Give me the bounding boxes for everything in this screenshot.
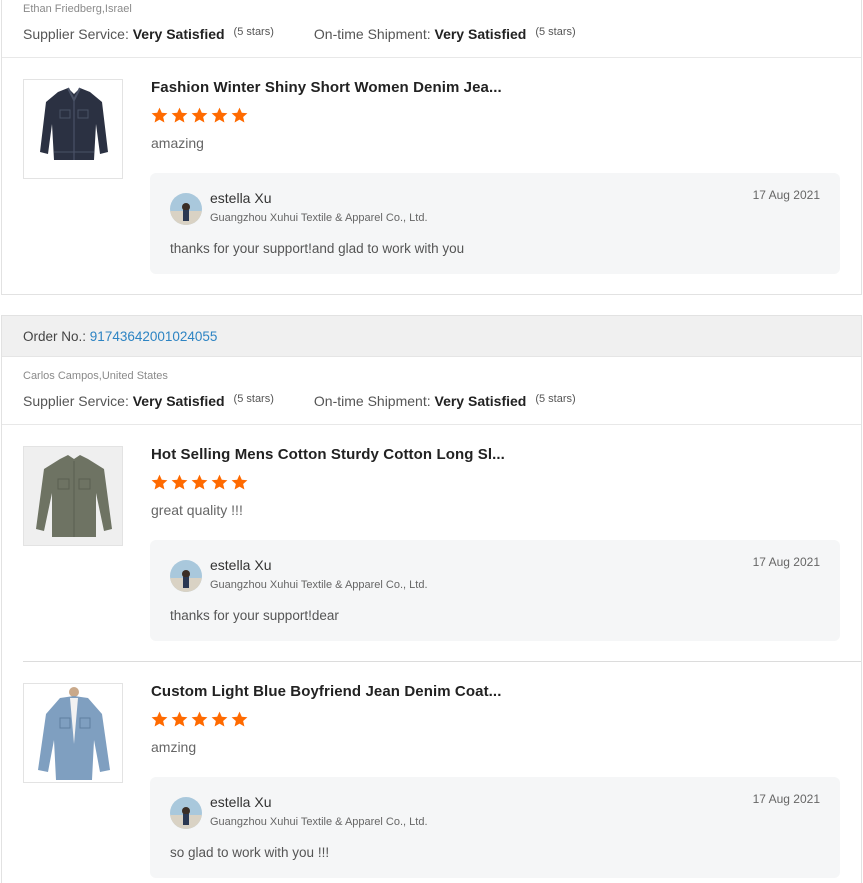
supplier-service-label: Supplier Service: <box>23 393 129 409</box>
review-text: great quality !!! <box>151 502 243 518</box>
reply-author-name: estella Xu <box>210 794 272 810</box>
reply-date: 17 Aug 2021 <box>752 188 820 202</box>
shipment-value: Very Satisfied <box>434 26 527 42</box>
avatar <box>170 560 202 592</box>
supplier-reply: estella Xu Guangzhou Xuhui Textile & App… <box>150 173 840 274</box>
reply-date: 17 Aug 2021 <box>752 792 820 806</box>
star-icon <box>231 474 248 490</box>
reply-text: thanks for your support!and glad to work… <box>170 241 465 256</box>
green-shirt-image[interactable] <box>23 446 123 546</box>
reply-company: Guangzhou Xuhui Textile & Apparel Co., L… <box>210 816 428 828</box>
star-icon <box>211 107 228 123</box>
product-rating-stars <box>150 473 249 492</box>
supplier-service-stars: (5 stars) <box>233 393 274 405</box>
buyer-info: Carlos Campos,United States <box>23 370 168 382</box>
store-ratings: Supplier Service: Very Satisfied (5 stars… <box>23 393 576 409</box>
order-number-link[interactable]: 91743642001024055 <box>90 329 218 344</box>
star-icon <box>151 474 168 490</box>
section-divider <box>2 57 861 58</box>
product-title[interactable]: Fashion Winter Shiny Short Women Denim J… <box>151 79 502 96</box>
shipment-stars: (5 stars) <box>535 26 576 38</box>
supplier-reply: estella Xu Guangzhou Xuhui Textile & App… <box>150 777 840 878</box>
shipment-label: On-time Shipment: <box>313 393 431 409</box>
product-divider <box>23 661 861 662</box>
reply-company: Guangzhou Xuhui Textile & Apparel Co., L… <box>210 579 428 591</box>
star-icon <box>191 107 208 123</box>
shipment-value: Very Satisfied <box>434 393 527 409</box>
review-card: Ethan Friedberg,Israel Supplier Service:… <box>1 0 862 295</box>
supplier-service-stars: (5 stars) <box>233 26 274 38</box>
reply-text: so glad to work with you !!! <box>170 845 330 860</box>
reply-author-name: estella Xu <box>210 557 272 573</box>
product-review: Fashion Winter Shiny Short Women Denim J… <box>23 79 840 279</box>
supplier-service-label: Supplier Service: <box>23 26 129 42</box>
star-icon <box>171 107 188 123</box>
reply-date: 17 Aug 2021 <box>752 555 820 569</box>
order-label: Order No.: <box>23 328 87 344</box>
reply-company: Guangzhou Xuhui Textile & Apparel Co., L… <box>210 212 428 224</box>
review-text: amzing <box>151 739 197 755</box>
reply-text: thanks for your support!dear <box>170 608 339 623</box>
star-icon <box>211 474 228 490</box>
reply-author-name: estella Xu <box>210 190 272 206</box>
star-icon <box>151 711 168 727</box>
light-denim-coat-image[interactable] <box>23 683 123 783</box>
shipment-stars: (5 stars) <box>535 393 576 405</box>
review-text: amazing <box>151 135 204 151</box>
product-rating-stars <box>150 106 249 125</box>
avatar <box>170 797 202 829</box>
supplier-reply: estella Xu Guangzhou Xuhui Textile & App… <box>150 540 840 641</box>
product-title[interactable]: Custom Light Blue Boyfriend Jean Denim C… <box>151 683 501 700</box>
supplier-service-value: Very Satisfied <box>132 26 225 42</box>
star-icon <box>191 711 208 727</box>
shipment-label: On-time Shipment: <box>313 26 431 42</box>
review-card: Order No.: 91743642001024055 Carlos Camp… <box>1 315 862 883</box>
product-review: Custom Light Blue Boyfriend Jean Denim C… <box>23 683 840 883</box>
section-divider <box>2 424 861 425</box>
supplier-service-value: Very Satisfied <box>132 393 225 409</box>
avatar <box>170 193 202 225</box>
star-icon <box>231 711 248 727</box>
product-review: Hot Selling Mens Cotton Sturdy Cotton Lo… <box>23 446 840 646</box>
buyer-info: Ethan Friedberg,Israel <box>23 3 132 15</box>
star-icon <box>171 474 188 490</box>
product-rating-stars <box>150 710 249 729</box>
store-ratings: Supplier Service: Very Satisfied (5 stars… <box>23 26 576 42</box>
star-icon <box>151 107 168 123</box>
dark-denim-jacket-image[interactable] <box>23 79 123 179</box>
star-icon <box>191 474 208 490</box>
star-icon <box>211 711 228 727</box>
product-title[interactable]: Hot Selling Mens Cotton Sturdy Cotton Lo… <box>151 446 505 463</box>
star-icon <box>171 711 188 727</box>
order-header: Order No.: 91743642001024055 <box>2 316 861 357</box>
star-icon <box>231 107 248 123</box>
